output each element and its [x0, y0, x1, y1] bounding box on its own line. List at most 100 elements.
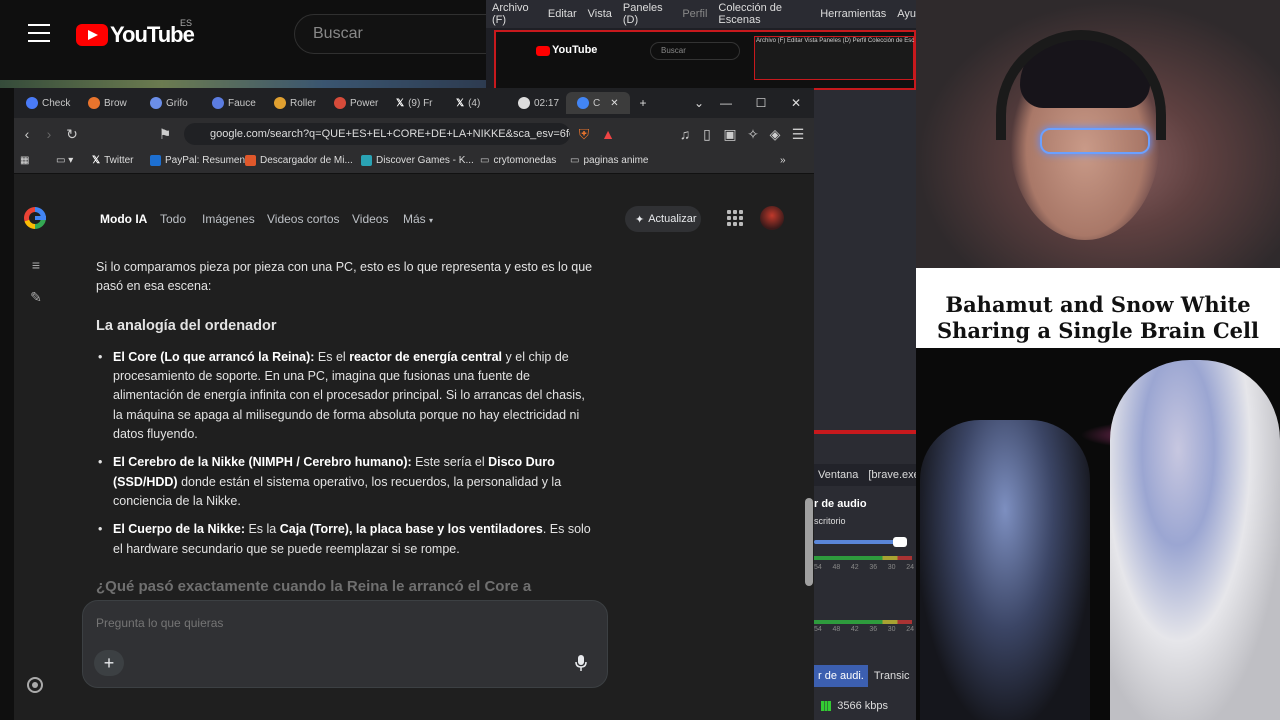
tab-label: Grifo: [166, 97, 188, 109]
tab-favicon-icon: [88, 97, 100, 109]
microphone-icon[interactable]: [574, 654, 588, 672]
x-logo-icon: 𝕏: [92, 155, 101, 166]
google-logo-icon[interactable]: [24, 207, 46, 229]
browser-tab[interactable]: Roller: [274, 94, 316, 112]
obs-meter-tick: 24: [906, 626, 914, 633]
browser-tab[interactable]: 𝕏 (9) Fr: [396, 94, 433, 112]
list-item: El Cerebro de la Nikke (NIMPH / Cerebro …: [96, 453, 596, 511]
youtube-search-input[interactable]: Buscar: [294, 14, 494, 54]
brave-rewards-icon[interactable]: ▲: [598, 124, 618, 144]
apps-grid-icon[interactable]: ▦: [20, 155, 29, 166]
history-menu-icon[interactable]: ≡: [28, 257, 44, 273]
forward-icon[interactable]: ›: [39, 124, 59, 144]
back-icon[interactable]: ‹: [17, 124, 37, 144]
browser-tab[interactable]: Check: [26, 94, 70, 112]
bookmark-twitter[interactable]: 𝕏 Twitter: [92, 155, 134, 166]
folder-icon: ▭: [570, 155, 580, 166]
avatar[interactable]: [760, 206, 784, 230]
obs-menu-profile[interactable]: Perfil: [682, 8, 707, 20]
obs-source-window-label[interactable]: Ventana: [818, 469, 858, 481]
ask-box[interactable]: [82, 600, 608, 688]
bookmark-folder-crypto[interactable]: ▭ crytomonedas: [480, 155, 556, 166]
signal-icon: [821, 701, 832, 711]
tab-label: Check: [42, 97, 71, 109]
obs-menu-help[interactable]: Ayu: [897, 8, 916, 20]
browser-menu-icon[interactable]: ☰: [788, 124, 808, 144]
browser-tab[interactable]: Power: [334, 94, 378, 112]
bullet-text: Este sería el: [411, 455, 489, 470]
reload-icon[interactable]: ↻: [62, 124, 82, 144]
tab-more[interactable]: Más ▾: [403, 212, 433, 226]
bookmark-paypal[interactable]: PayPal: Resumen: [150, 155, 245, 166]
obs-tab-transitions[interactable]: Transic: [868, 665, 916, 687]
bullet-bold: reactor de energía central: [349, 349, 503, 364]
obs-menu-edit[interactable]: Editar: [548, 8, 577, 20]
close-tab-icon[interactable]: ✕: [610, 98, 618, 109]
new-tab-icon[interactable]: +: [634, 94, 652, 112]
obs-meter-ticks: 54 48 42 36 30 24: [814, 564, 914, 571]
sidebar-icon[interactable]: ▯: [697, 124, 717, 144]
settings-icon[interactable]: [27, 677, 43, 693]
ask-input[interactable]: [96, 616, 516, 630]
tab-ai-mode[interactable]: Modo IA: [100, 212, 147, 226]
bookmark-icon[interactable]: ⚑: [155, 124, 175, 144]
obs-menu-scene-collection[interactable]: Colección de Escenas: [718, 2, 809, 26]
obs-preview-nested-menu: Archivo (F) Editar Vista Paneles (D) Per…: [756, 38, 915, 44]
obs-meter-tick: 30: [887, 564, 896, 571]
obs-tab-audio-mixer[interactable]: r de audi.: [814, 665, 868, 687]
tab-list-chevron-icon[interactable]: ⌄: [690, 94, 708, 112]
new-chat-icon[interactable]: ✎: [28, 289, 44, 305]
obs-volume-knob[interactable]: [893, 537, 907, 547]
bookmark-label: PayPal: Resumen: [165, 155, 246, 166]
browser-tab[interactable]: Grifo: [150, 94, 188, 112]
youtube-banner-strip: [0, 80, 486, 88]
browser-tab[interactable]: 02:17: [518, 94, 559, 112]
tab-label: Brow: [104, 97, 127, 109]
bookmark-discover-games[interactable]: Discover Games - K...: [361, 155, 474, 166]
tab-short-videos[interactable]: Videos cortos: [267, 212, 340, 226]
maximize-icon[interactable]: ☐: [752, 94, 770, 112]
tab-favicon-icon: [334, 97, 346, 109]
brave-shields-icon[interactable]: ⛨: [574, 124, 594, 144]
browser-tab[interactable]: Brow: [88, 94, 127, 112]
close-window-icon[interactable]: ✕: [787, 94, 805, 112]
ai-assistant-icon[interactable]: ✧: [743, 124, 763, 144]
update-button[interactable]: ✦ Actualizar: [625, 206, 701, 232]
minimize-icon[interactable]: —: [717, 94, 735, 112]
obs-menu-view[interactable]: Vista: [588, 8, 612, 20]
vpn-icon[interactable]: ◈: [765, 124, 785, 144]
tab-images[interactable]: Imágenes: [202, 212, 255, 226]
scrollbar-track[interactable]: [804, 180, 814, 710]
hamburger-menu-icon[interactable]: [28, 24, 50, 44]
tab-label: Roller: [290, 97, 317, 109]
bookmark-folder-icon[interactable]: ▭ ▾: [56, 155, 73, 166]
bullet-text: donde están el sistema operativo, los re…: [113, 474, 562, 508]
obs-preview-youtube-text: YouTube: [552, 44, 598, 56]
google-apps-icon[interactable]: [727, 210, 743, 226]
browser-tab[interactable]: Fauce: [212, 94, 256, 112]
tab-all[interactable]: Todo: [160, 212, 186, 226]
bookmark-folder-anime[interactable]: ▭ paginas anime: [570, 155, 649, 166]
obs-volume-meter: [814, 556, 912, 560]
obs-bitrate: 3566 kbps: [837, 700, 888, 712]
obs-menu-tools[interactable]: Herramientas: [820, 8, 886, 20]
scrollbar-thumb[interactable]: [805, 498, 813, 586]
media-icon[interactable]: ♫: [675, 124, 695, 144]
browser-tab-active[interactable]: C ✕: [577, 94, 619, 112]
browser-tab[interactable]: 𝕏 (4): [456, 94, 480, 112]
answer-list: El Core (Lo que arrancó la Reina): Es el…: [96, 348, 596, 559]
youtube-logo-icon[interactable]: [76, 24, 108, 46]
obs-menu-file[interactable]: Archivo (F): [492, 2, 537, 26]
obs-volume-slider[interactable]: [814, 540, 904, 544]
bullet-bold: Caja (Torre), la placa base y los ventil…: [279, 522, 543, 537]
add-icon[interactable]: +: [94, 650, 124, 676]
wallet-icon[interactable]: ▣: [720, 124, 740, 144]
list-item: El Cuerpo de la Nikke: Es la Caja (Torre…: [96, 520, 596, 559]
tab-videos[interactable]: Videos: [352, 212, 388, 226]
bookmark-descargador[interactable]: Descargador de Mi...: [245, 155, 353, 166]
obs-menu-docks[interactable]: Paneles (D): [623, 2, 671, 26]
obs-source-window-value[interactable]: [brave.exe: [868, 469, 919, 481]
more-bookmarks-icon[interactable]: »: [780, 155, 786, 166]
obs-meter-tick: 48: [832, 564, 841, 571]
address-bar[interactable]: google.com/search?q=QUE+ES+EL+CORE+DE+LA…: [184, 123, 570, 145]
